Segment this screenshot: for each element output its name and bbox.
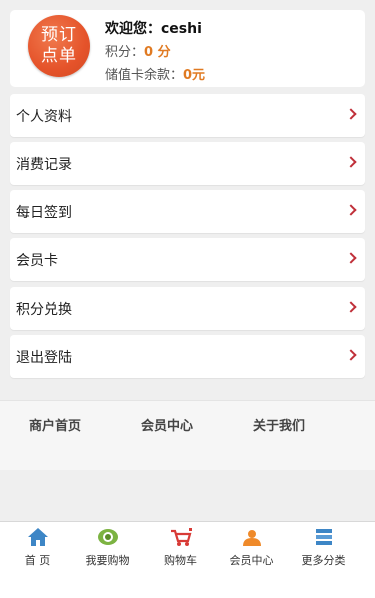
chevron-right-icon [345, 204, 357, 216]
chevron-right-icon [345, 252, 357, 264]
menu-item-label: 退出登陆 [16, 350, 72, 366]
chevron-right-icon [345, 301, 357, 313]
menu-item-logout[interactable]: 退出登陆 [10, 335, 365, 378]
tab-more-categories[interactable]: 更多分类 [286, 522, 361, 570]
balance-value: 0元 [183, 68, 206, 83]
bottom-tabbar: 首 页 我要购物 购物车 会员中心 更多分类 [0, 521, 375, 569]
home-icon [28, 528, 48, 546]
menu-item-label: 积分兑换 [16, 302, 72, 318]
logo-text-top: 预订 [41, 25, 77, 45]
menu-item-label: 消费记录 [16, 157, 72, 173]
balance-label: 储值卡余款： [105, 68, 184, 83]
footer-link-about-us[interactable]: 关于我们 [253, 415, 305, 434]
tab-cart[interactable]: 购物车 [143, 522, 218, 570]
footer-links: 商户首页 会员中心 关于我们 [0, 400, 375, 470]
cart-icon [171, 528, 192, 546]
chevron-right-icon [345, 108, 357, 120]
tab-label: 首 页 [24, 554, 51, 567]
chevron-right-icon [345, 156, 357, 168]
menu-item-label: 会员卡 [16, 253, 58, 269]
tab-label: 更多分类 [301, 554, 346, 567]
menu-item-consumption[interactable]: 消费记录 [10, 142, 365, 185]
chevron-right-icon [345, 349, 357, 361]
tab-member-center[interactable]: 会员中心 [214, 522, 289, 570]
bottom-strip [0, 569, 375, 598]
menu-item-member-card[interactable]: 会员卡 [10, 238, 365, 281]
points-value: 0 分 [144, 45, 171, 60]
points-line: 积分：0 分 [105, 41, 171, 60]
logo-text-bottom: 点单 [41, 46, 77, 66]
tab-home[interactable]: 首 页 [0, 522, 75, 570]
logo: 预订 点单 [28, 15, 90, 77]
tab-label: 会员中心 [229, 554, 274, 567]
menu-item-checkin[interactable]: 每日签到 [10, 190, 365, 233]
menu-item-points-exchange[interactable]: 积分兑换 [10, 287, 365, 330]
menu-item-label: 个人资料 [16, 109, 72, 125]
menu-item-label: 每日签到 [16, 205, 72, 221]
balance-line: 储值卡余款：0元 [105, 64, 205, 83]
eye-icon [98, 529, 118, 545]
tab-label: 我要购物 [85, 554, 130, 567]
list-icon [316, 529, 332, 545]
menu-item-profile[interactable]: 个人资料 [10, 94, 365, 137]
footer-link-member-center[interactable]: 会员中心 [141, 415, 193, 434]
welcome-line: 欢迎您：ceshi [105, 18, 202, 38]
profile-card: 预订 点单 欢迎您：ceshi 积分：0 分 储值卡余款：0元 [10, 10, 365, 87]
tab-label: 购物车 [164, 554, 197, 567]
username: ceshi [161, 21, 202, 37]
welcome-label: 欢迎您： [105, 21, 161, 37]
points-label: 积分： [105, 45, 145, 60]
footer-link-merchant-home[interactable]: 商户首页 [29, 415, 81, 434]
member-icon [243, 530, 261, 546]
tab-shopping[interactable]: 我要购物 [70, 522, 145, 570]
